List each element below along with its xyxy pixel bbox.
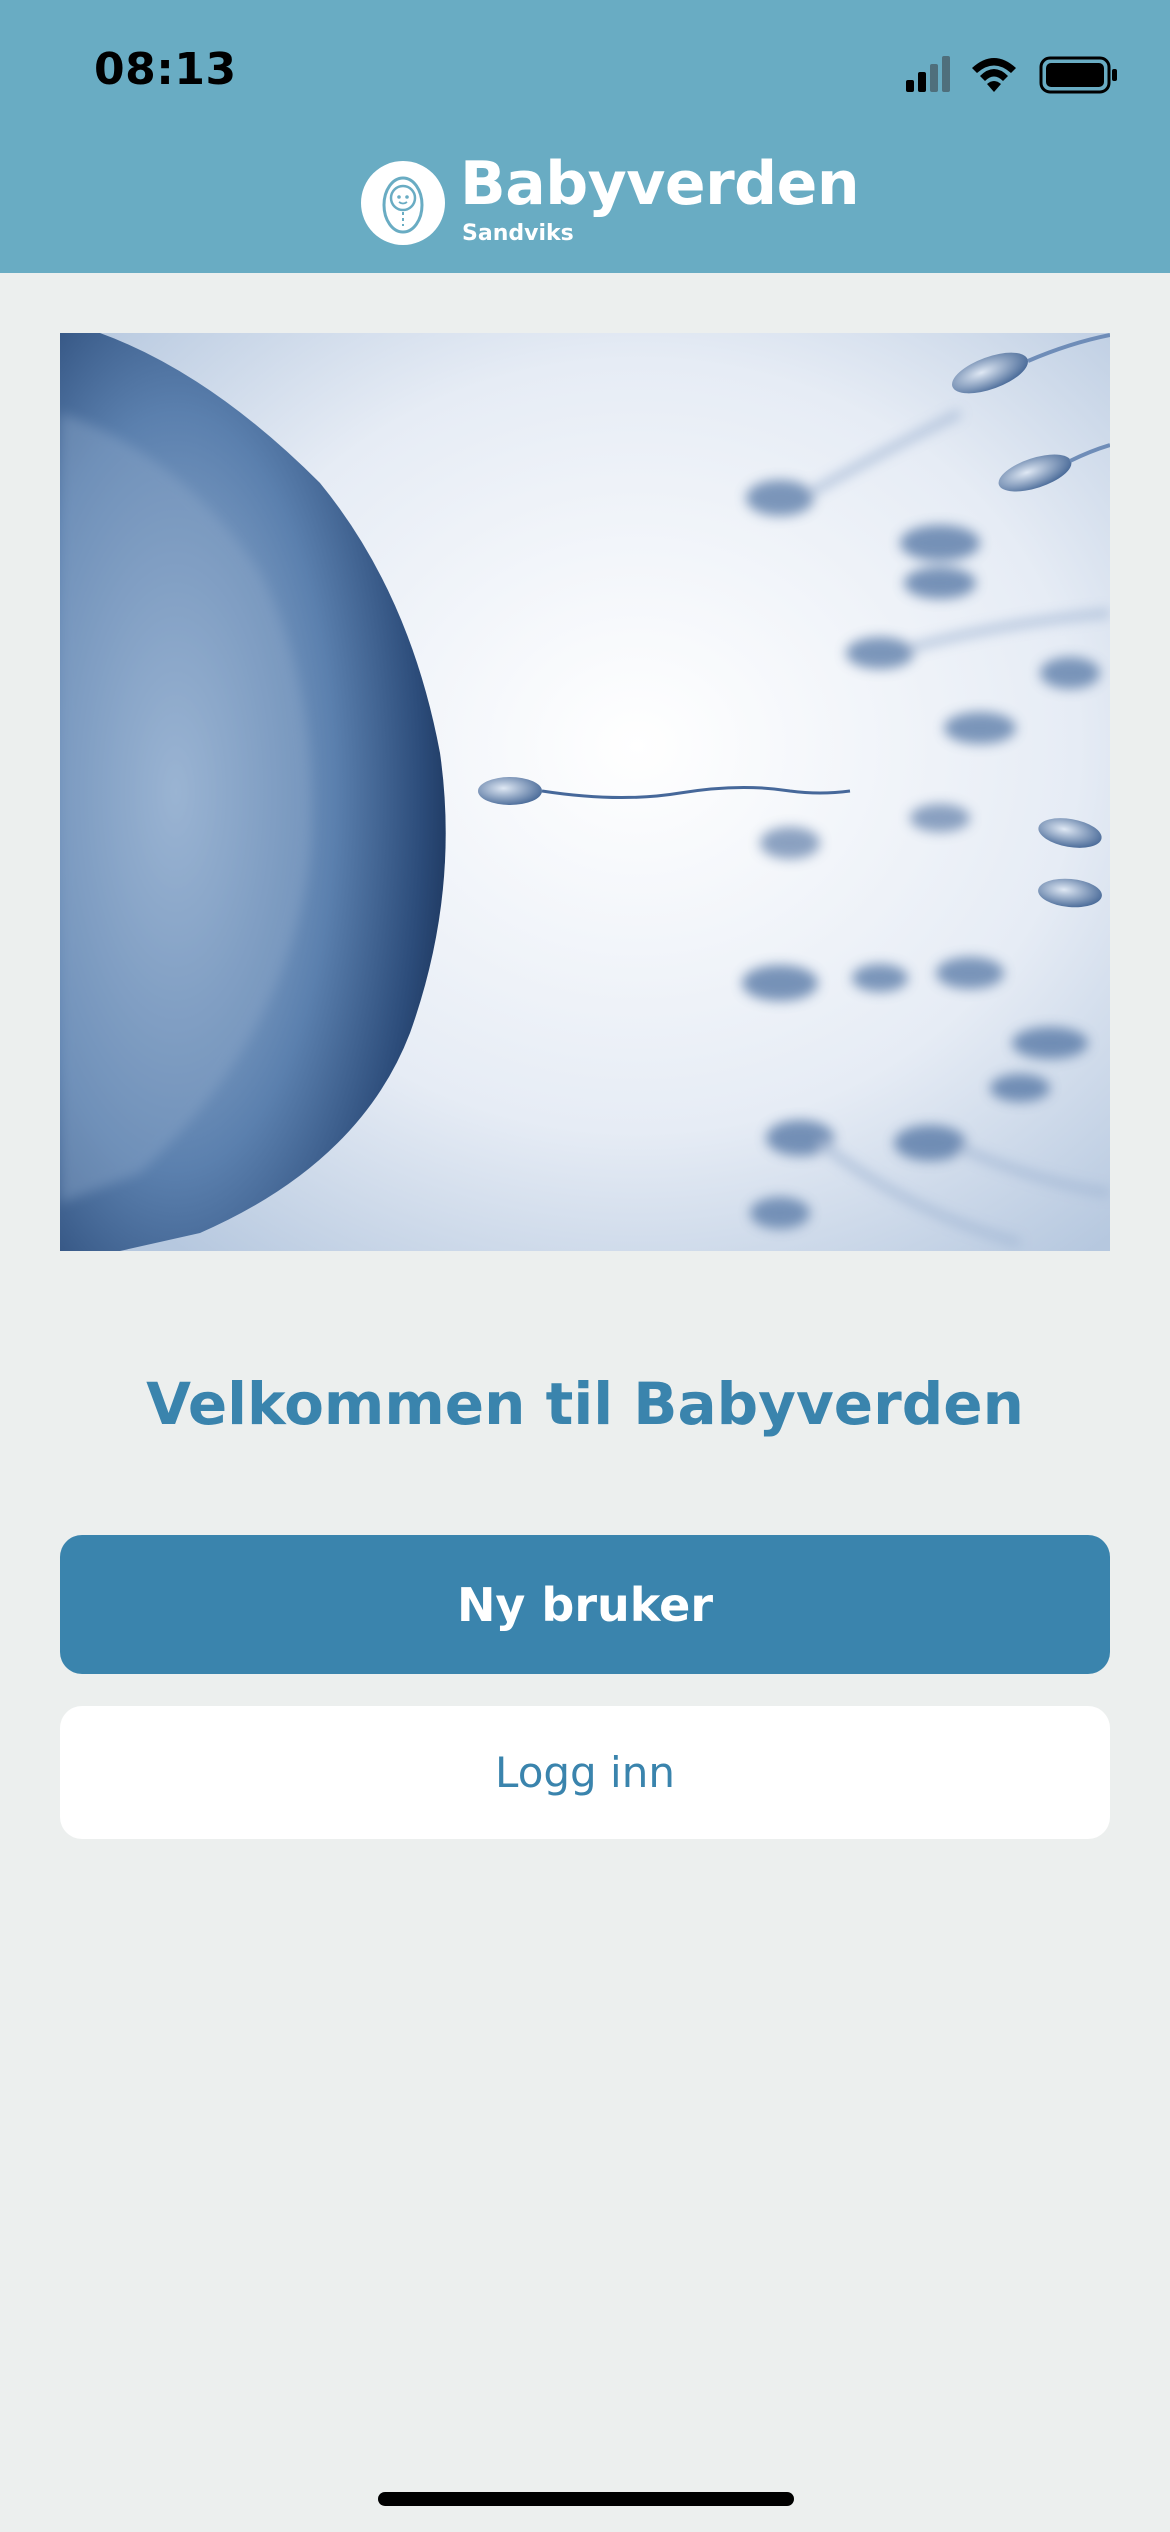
welcome-title: Velkommen til Babyverden: [146, 1370, 1024, 1438]
home-indicator: [378, 2492, 794, 2506]
new-user-button[interactable]: Ny bruker: [60, 1535, 1110, 1674]
login-button[interactable]: Logg inn: [60, 1706, 1110, 1839]
logo: [358, 158, 448, 248]
status-time: 08:13: [94, 44, 237, 95]
baby-icon: [361, 161, 445, 245]
brand-subtitle: Sandviks: [462, 221, 574, 246]
brand-name: Babyverden: [460, 149, 860, 219]
wifi-icon: [972, 58, 1016, 92]
battery-icon: [1039, 56, 1117, 94]
cellular-signal-icon: [906, 56, 950, 92]
status-icons: [906, 56, 1117, 94]
app-header: 08:13 Babyverden Sandviks: [0, 0, 1170, 273]
hero-image: [60, 333, 1110, 1251]
